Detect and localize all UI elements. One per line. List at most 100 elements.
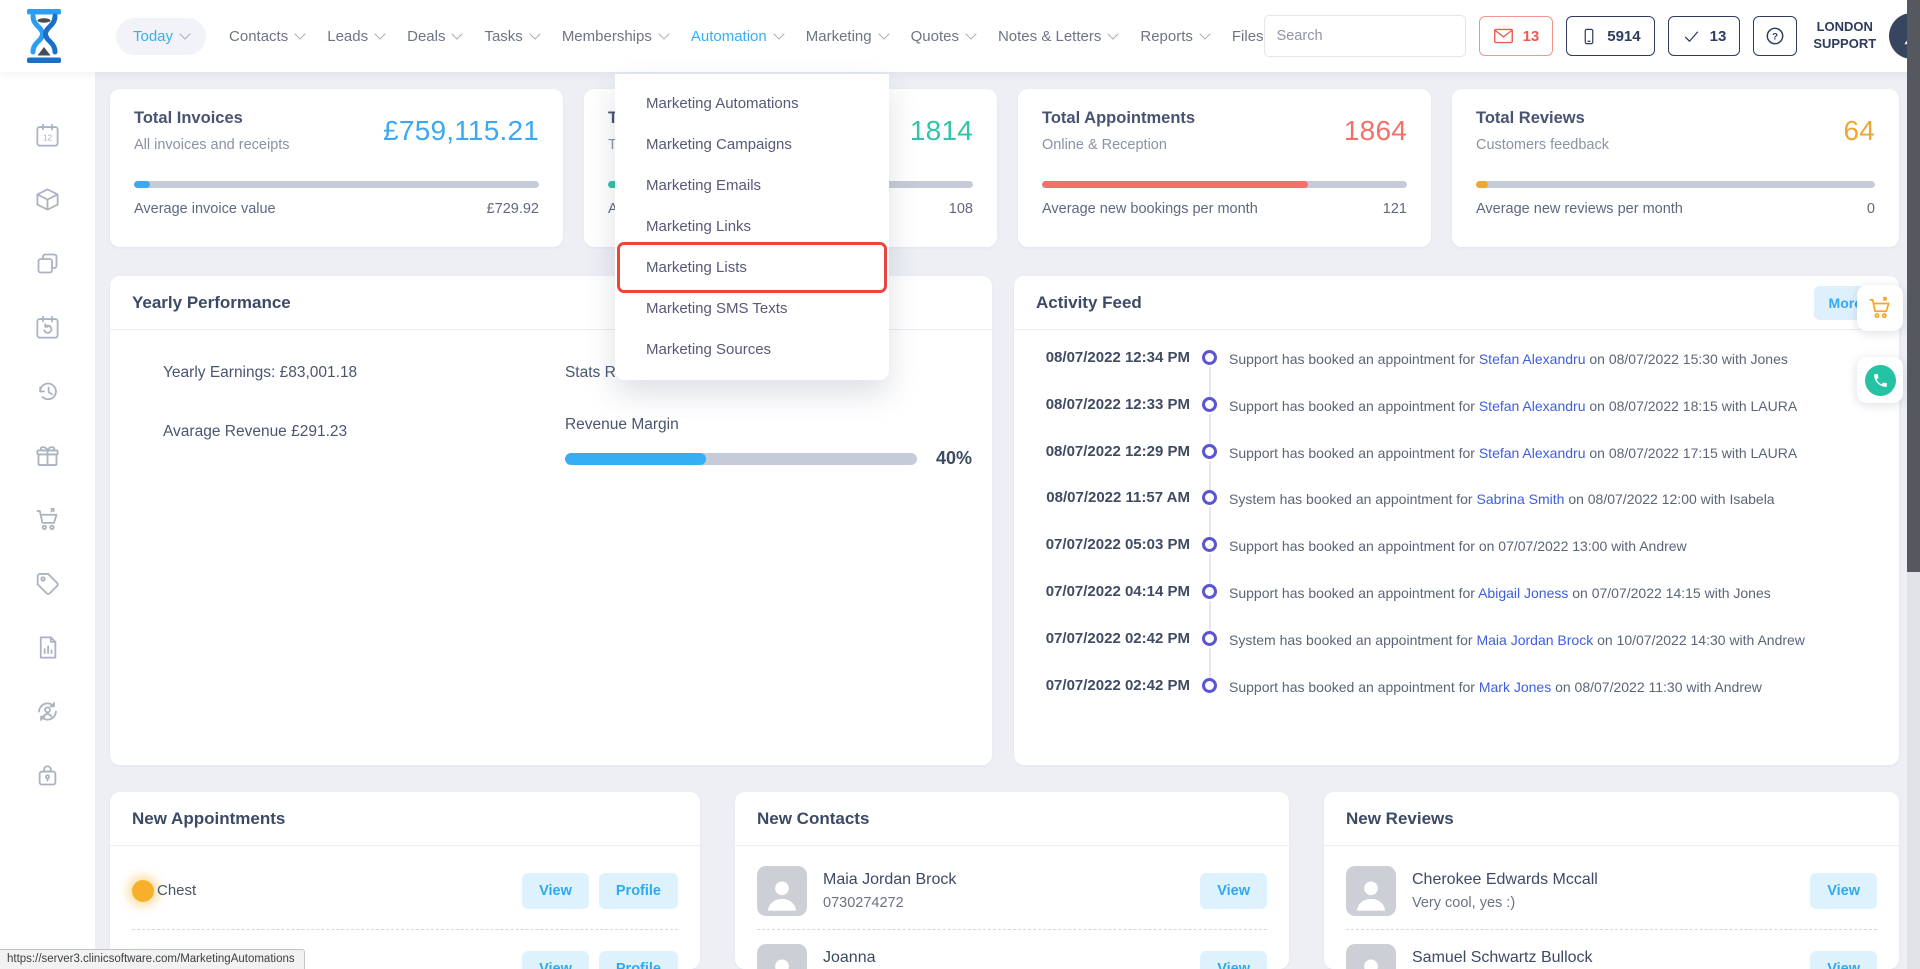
nav-item-label: Quotes [911, 28, 959, 45]
history-icon[interactable] [34, 378, 61, 405]
contact-link[interactable]: Maia Jordan Brock [1476, 632, 1593, 648]
activity-text: Support has booked an appointment for St… [1229, 395, 1879, 414]
nav-item-label: Today [133, 28, 173, 45]
activity-feed-list: 08/07/2022 12:34 PM Support has booked an… [1014, 330, 1899, 722]
email-notifications-button[interactable]: 13 [1479, 16, 1554, 56]
activity-timestamp: 08/07/2022 12:33 PM [1014, 395, 1190, 413]
package-icon[interactable] [34, 186, 61, 213]
cart-widget-button[interactable] [1857, 285, 1903, 331]
main-nav: Today Contacts Leads Deals Tasks Memberships A… [116, 18, 1264, 55]
nav-item-notes-letters[interactable]: Notes & Letters [998, 28, 1117, 45]
nav-item-quotes[interactable]: Quotes [911, 28, 975, 45]
view-button[interactable]: View [1810, 873, 1877, 909]
calendar-refresh-icon[interactable] [34, 314, 61, 341]
view-button[interactable]: View [1810, 951, 1877, 969]
activity-timestamp: 08/07/2022 12:34 PM [1014, 348, 1190, 366]
review-row: Cherokee Edwards MccallVery cool, yes :)… [1346, 852, 1877, 930]
stat-card-subtitle: Customers feedback [1476, 137, 1609, 153]
report-icon[interactable] [34, 634, 61, 661]
nav-item-memberships[interactable]: Memberships [562, 28, 668, 45]
nav-item-today[interactable]: Today [116, 18, 206, 55]
progress-track [1042, 181, 1407, 188]
left-sidebar: 12 [0, 72, 95, 969]
phone-widget-button[interactable] [1857, 357, 1903, 403]
nav-item-leads[interactable]: Leads [327, 28, 384, 45]
contact-link[interactable]: Sabrina Smith [1476, 491, 1564, 507]
help-button[interactable]: ? [1753, 16, 1797, 56]
activity-text: Support has booked an appointment for St… [1229, 442, 1879, 461]
new-appointments-panel: New Appointments ChestViewProfileBotox 1… [110, 792, 700, 969]
dropdown-item-marketing-emails[interactable]: Marketing Emails [615, 165, 889, 206]
view-button[interactable]: View [522, 873, 589, 909]
nav-item-label: Automation [691, 28, 767, 45]
stat-card-1: Total InvoicesAll invoices and receipts£… [110, 89, 563, 247]
activity-text: Support has booked an appointment for on… [1229, 535, 1879, 554]
tasks-badge: 13 [1710, 28, 1727, 45]
svg-text:12: 12 [43, 133, 53, 143]
nav-item-contacts[interactable]: Contacts [229, 28, 304, 45]
nav-item-marketing[interactable]: Marketing [806, 28, 888, 45]
dropdown-item-marketing-sources[interactable]: Marketing Sources [615, 329, 889, 370]
stat-card-subtitle: Online & Reception [1042, 137, 1195, 153]
contact-link[interactable]: Abigail Joness [1478, 585, 1568, 601]
stat-footer-value: 121 [1383, 201, 1407, 217]
profile-button[interactable]: Profile [599, 873, 678, 909]
scrollbar-thumb[interactable] [1907, 0, 1920, 572]
nav-item-files[interactable]: Files [1232, 28, 1264, 45]
contact-link[interactable]: Mark Jones [1479, 679, 1551, 695]
nav-item-reports[interactable]: Reports [1140, 28, 1209, 45]
sms-notifications-button[interactable]: 5914 [1566, 16, 1654, 56]
dropdown-item-marketing-sms-texts[interactable]: Marketing SMS Texts [615, 288, 889, 329]
check-icon [1682, 27, 1701, 46]
activity-timestamp: 08/07/2022 12:29 PM [1014, 442, 1190, 460]
activity-entry: 07/07/2022 02:42 PMSupport has booked an… [1014, 676, 1879, 723]
stat-footer-label: Average invoice value [134, 201, 276, 217]
gift-icon[interactable] [34, 442, 61, 469]
chevron-down-icon [965, 28, 976, 39]
new-contacts-panel: New Contacts Maia Jordan Brock0730274272… [735, 792, 1289, 969]
dropdown-item-marketing-automations[interactable]: Marketing Automations [615, 83, 889, 124]
chevron-down-icon [773, 28, 784, 39]
contact-link[interactable]: Stefan Alexandru [1479, 398, 1586, 414]
view-button[interactable]: View [1200, 873, 1267, 909]
activity-entry: 08/07/2022 12:29 PM Support has booked an… [1014, 442, 1879, 489]
price-tag-icon[interactable] [34, 570, 61, 597]
timeline-dot-icon [1202, 537, 1217, 552]
contact-link[interactable]: Stefan Alexandru [1479, 445, 1586, 461]
avatar [1346, 944, 1396, 969]
search-input[interactable] [1265, 16, 1466, 56]
view-button[interactable]: View [522, 951, 589, 969]
view-button[interactable]: View [1200, 951, 1267, 969]
nav-item-label: Reports [1140, 28, 1193, 45]
contact-link[interactable]: Stefan Alexandru [1479, 351, 1586, 367]
nav-item-label: Memberships [562, 28, 652, 45]
nav-item-deals[interactable]: Deals [407, 28, 461, 45]
new-reviews-list: Cherokee Edwards MccallVery cool, yes :)… [1324, 846, 1899, 969]
activity-timestamp: 07/07/2022 02:42 PM [1014, 629, 1190, 647]
link-preview-statusbar: https://server3.clinicsoftware.com/Marke… [0, 949, 305, 969]
lock-icon[interactable] [34, 762, 61, 789]
page-scrollbar [1907, 0, 1920, 969]
calendar-icon[interactable]: 12 [34, 122, 61, 149]
activity-entry: 07/07/2022 05:03 PMSupport has booked an… [1014, 535, 1879, 582]
nav-item-tasks[interactable]: Tasks [484, 28, 538, 45]
email-badge: 13 [1523, 28, 1540, 45]
nav-item-label: Leads [327, 28, 368, 45]
dropdown-item-marketing-lists[interactable]: Marketing Lists [615, 247, 889, 288]
appointment-status-dot [132, 880, 154, 902]
chevron-down-icon [878, 28, 889, 39]
layers-icon[interactable] [34, 250, 61, 277]
person-name: Cherokee Edwards Mccall [1412, 871, 1598, 889]
profile-button[interactable]: Profile [599, 951, 678, 969]
dropdown-item-marketing-campaigns[interactable]: Marketing Campaigns [615, 124, 889, 165]
new-reviews-title: New Reviews [1346, 809, 1454, 829]
chevron-down-icon [1108, 28, 1119, 39]
clinicsoftware-logo[interactable] [20, 7, 68, 65]
tasks-button[interactable]: 13 [1668, 16, 1741, 56]
dropdown-item-marketing-links[interactable]: Marketing Links [615, 206, 889, 247]
cart-icon[interactable] [34, 506, 61, 533]
support-icon[interactable] [34, 698, 61, 725]
yearly-earnings: Yearly Earnings: £83,001.18 [163, 364, 565, 382]
location-label: LONDON SUPPORT [1813, 19, 1876, 53]
nav-item-automation[interactable]: Automation [691, 28, 783, 45]
